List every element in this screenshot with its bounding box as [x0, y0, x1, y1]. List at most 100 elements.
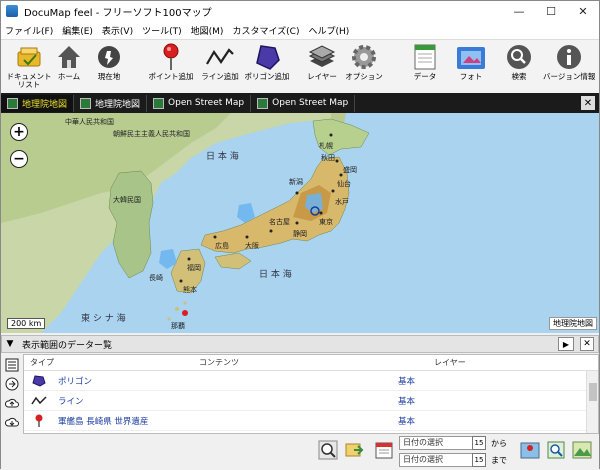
- sea-label: 東 シ ナ 海: [81, 314, 126, 324]
- row-layer: 基本: [398, 416, 416, 427]
- menu-map[interactable]: 地図(M): [191, 24, 224, 37]
- tab-osm-1[interactable]: Open Street Map: [147, 94, 252, 112]
- data-button[interactable]: データ: [399, 42, 451, 92]
- cloud-upload-icon: [5, 398, 19, 408]
- table-row[interactable]: ポリゴン 基本: [24, 371, 598, 391]
- date-from-input[interactable]: 日付の選択: [399, 436, 473, 450]
- tab-label: 地理院地図: [22, 99, 68, 110]
- table-row[interactable]: ライン 基本: [24, 391, 598, 411]
- home-icon: [53, 42, 85, 72]
- close-window-button[interactable]: ✕: [567, 1, 599, 21]
- menu-edit[interactable]: 編集(E): [62, 24, 93, 37]
- place-label: 仙台: [337, 180, 351, 188]
- menu-customize[interactable]: カスタマイズ(C): [232, 24, 299, 37]
- map-canvas: [1, 113, 370, 333]
- toolbar-label: ポリゴン追加: [244, 72, 290, 81]
- tab-label: Open Street Map: [272, 98, 349, 108]
- date-from-picker[interactable]: 15: [472, 436, 486, 450]
- menu-tools[interactable]: ツール(T): [142, 24, 182, 37]
- tab-gsi-map-1[interactable]: 地理院地図: [1, 94, 75, 112]
- table-header: タイプ コンテンツ レイヤー: [24, 355, 598, 371]
- date-from-suffix: から: [491, 439, 507, 448]
- add-line-button[interactable]: ライン追加: [194, 42, 246, 92]
- current-location-button[interactable]: 現在地: [83, 42, 135, 92]
- toolbar-label-line-2: リスト: [17, 80, 41, 89]
- menu-file[interactable]: ファイル(F): [5, 24, 53, 37]
- row-layer: 基本: [398, 376, 416, 387]
- pin-icon: [35, 414, 43, 427]
- place-label: 静岡: [293, 230, 307, 238]
- column-header-type[interactable]: タイプ: [24, 357, 54, 368]
- cell-type: [24, 374, 54, 387]
- column-header-content[interactable]: コンテンツ: [54, 357, 384, 368]
- menu-help[interactable]: ヘルプ(H): [308, 24, 349, 37]
- data-icon: [409, 42, 441, 72]
- collapse-panel-button[interactable]: ▼: [2, 336, 18, 352]
- date-to-input[interactable]: 日付の選択: [399, 453, 473, 467]
- window-title: DocuMap feel - フリーソフト100マップ: [24, 7, 212, 19]
- search-button[interactable]: 検索: [493, 42, 545, 92]
- list-view-button[interactable]: [4, 357, 20, 373]
- column-header-layer[interactable]: レイヤー: [384, 357, 580, 368]
- map-terrain-icon: [572, 441, 592, 459]
- toolbar-label: 検索: [511, 72, 527, 81]
- add-polygon-button[interactable]: ポリゴン追加: [241, 42, 293, 92]
- filter-search-button[interactable]: [545, 439, 567, 461]
- cloud-download-icon: [5, 417, 19, 427]
- tab-gsi-map-2[interactable]: 地理院地図: [74, 94, 148, 112]
- close-tab-button[interactable]: ✕: [581, 96, 595, 110]
- scrollbar-thumb[interactable]: [589, 383, 597, 401]
- minimize-button[interactable]: —: [503, 1, 535, 21]
- data-panel-header: ▼ 表示範囲のデーター覧 ▶ ✕: [1, 335, 599, 353]
- place-label: 朝鮮民主主義人民共和国: [113, 130, 190, 138]
- list-icon: [5, 358, 19, 372]
- place-label: 新潟: [289, 178, 303, 186]
- place-label: 長崎: [149, 274, 163, 282]
- close-panel-button[interactable]: ✕: [580, 337, 594, 351]
- place-label: 大阪: [245, 242, 259, 250]
- map-scale: 200 km: [7, 318, 46, 329]
- toolbar-label: フォト: [459, 72, 483, 81]
- main-toolbar: ドキュメント リスト ホーム 現在地 ポイント追加 ライン追加 ポリゴン追加 レ…: [1, 39, 599, 93]
- calendar-button[interactable]: [373, 439, 395, 461]
- zoom-out-button[interactable]: −: [10, 150, 28, 168]
- maximize-button[interactable]: ☐: [535, 1, 567, 21]
- date-to-picker[interactable]: 15: [472, 453, 486, 467]
- current-location-icon: [93, 42, 125, 72]
- options-gear-icon: [348, 42, 380, 72]
- play-button[interactable]: ▶: [558, 337, 574, 351]
- bottom-toolbar: 日付の選択 15 から 日付の選択 15 まで: [1, 435, 599, 470]
- place-label: 熊本: [183, 286, 197, 294]
- tab-osm-2[interactable]: Open Street Map: [251, 94, 356, 112]
- photo-icon: [455, 42, 487, 72]
- export-button[interactable]: [343, 439, 365, 461]
- layer-icon: [306, 42, 338, 72]
- export-arrow-icon: [345, 443, 364, 457]
- menu-view[interactable]: 表示(V): [102, 24, 133, 37]
- map-view[interactable]: 日 本 海 日 本 海 東 シ ナ 海 中華人民共和国 朝鮮民主主義人民共和国 …: [1, 113, 599, 333]
- map-attribution[interactable]: 地理院地図: [549, 317, 597, 330]
- toolbar-label: ポイント追加: [148, 72, 194, 81]
- cloud-upload-button[interactable]: [4, 395, 20, 411]
- version-info-button[interactable]: バージョン情報: [543, 42, 595, 92]
- photo-button[interactable]: フォト: [445, 42, 497, 92]
- table-row[interactable]: 軍艦島 長崎県 世界遺産 基本: [24, 411, 598, 431]
- add-line-icon: [204, 42, 236, 72]
- magnifier-icon: [318, 440, 338, 460]
- zoom-in-button[interactable]: +: [10, 123, 28, 141]
- place-label: 大韓民国: [113, 196, 141, 204]
- add-point-button[interactable]: ポイント追加: [145, 42, 197, 92]
- row-layer: 基本: [398, 396, 416, 407]
- go-button[interactable]: [4, 376, 20, 392]
- place-label: 那覇: [171, 322, 185, 330]
- options-button[interactable]: オプション: [338, 42, 390, 92]
- vertical-scrollbar[interactable]: [586, 371, 598, 433]
- toolbar-label: バージョン情報: [543, 72, 596, 81]
- add-polygon-icon: [251, 42, 283, 72]
- tab-label: 地理院地図: [95, 99, 141, 110]
- cloud-download-button[interactable]: [4, 414, 20, 430]
- map-search-button[interactable]: [519, 439, 541, 461]
- app-window: DocuMap feel - フリーソフト100マップ — ☐ ✕ ファイル(F…: [0, 0, 600, 470]
- map-view-button[interactable]: [571, 439, 593, 461]
- zoom-search-button[interactable]: [317, 439, 339, 461]
